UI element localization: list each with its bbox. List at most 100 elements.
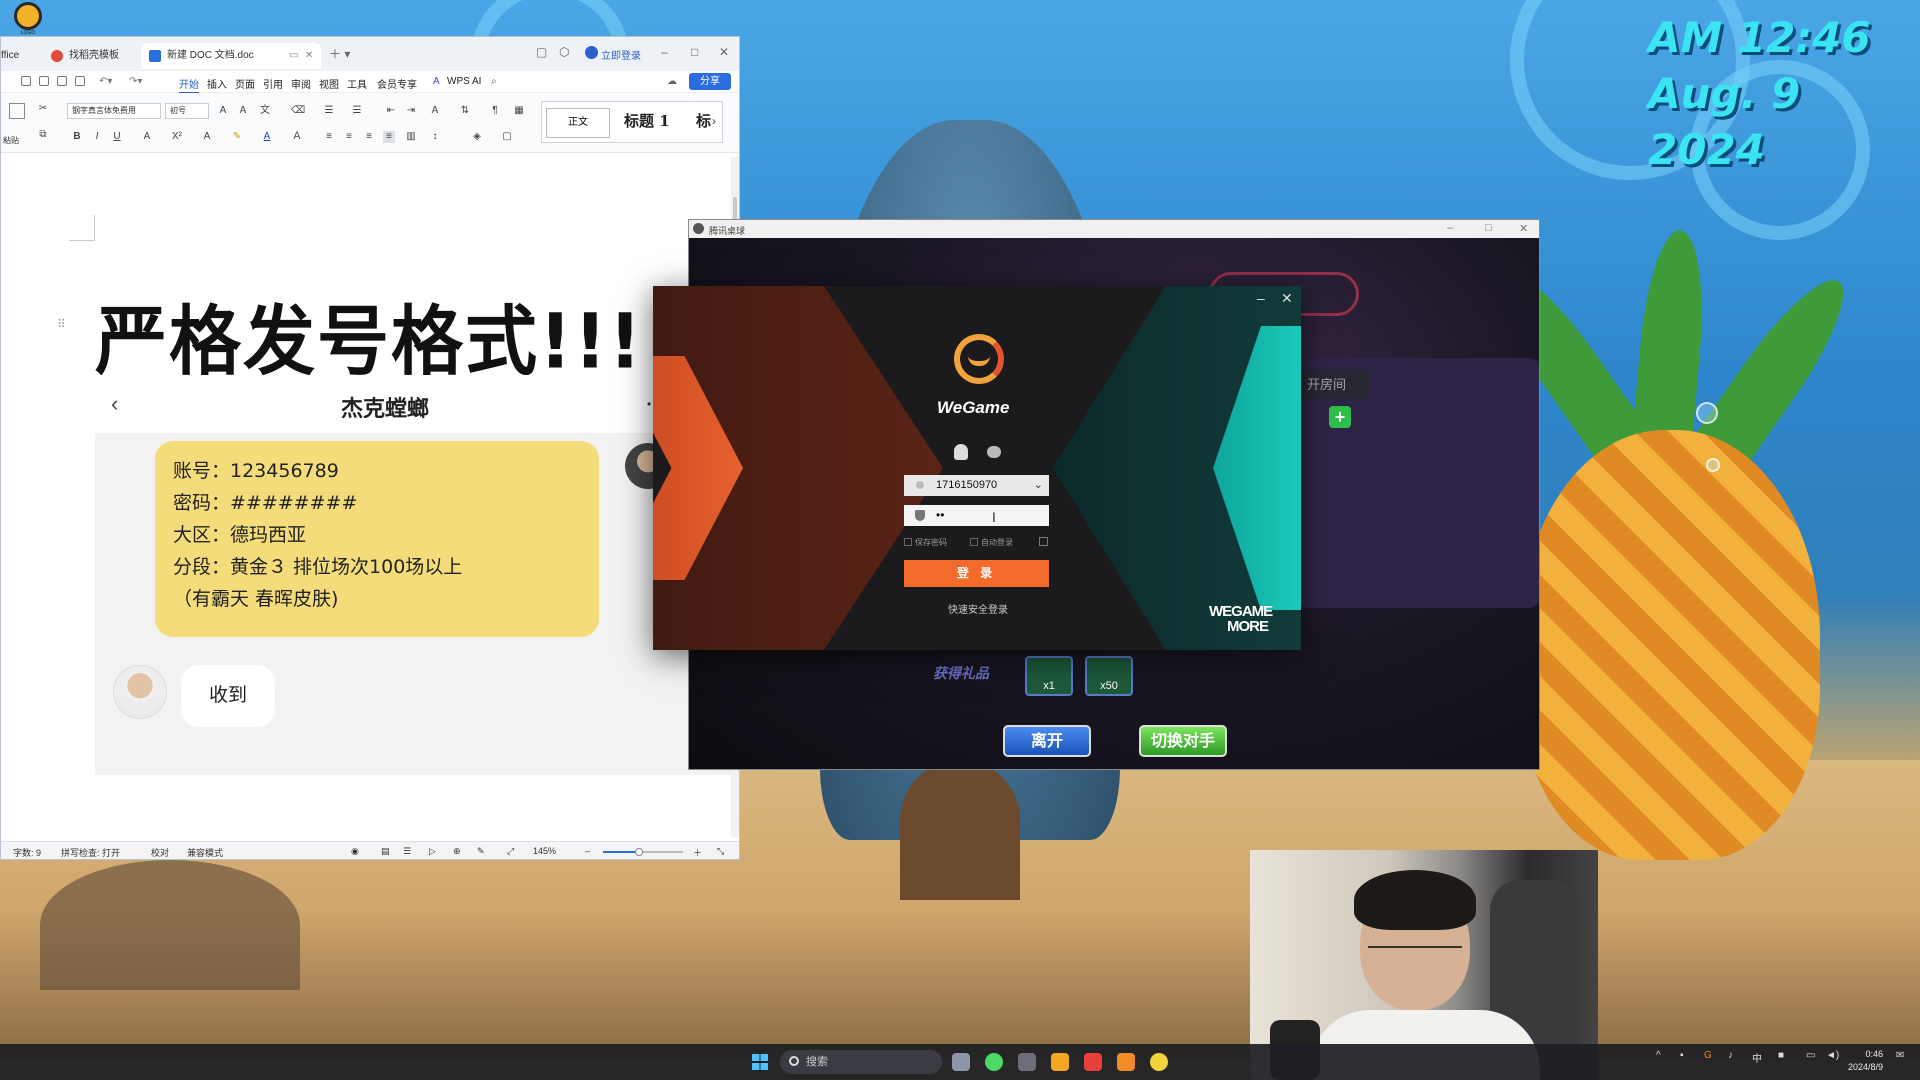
wechat-icon[interactable] (987, 446, 1001, 458)
show-marks-icon[interactable]: ¶ (489, 105, 501, 117)
cube-icon[interactable]: ⬡ (559, 45, 569, 59)
wps-icon[interactable] (1084, 1053, 1102, 1071)
menu-tools[interactable]: 工具 (347, 76, 367, 91)
zoom-in-icon[interactable]: ＋ (693, 846, 702, 859)
align-right-icon[interactable]: ≡ (363, 131, 375, 143)
char-border-icon[interactable]: Ａ (291, 131, 303, 143)
menu-reference[interactable]: 引用 (263, 76, 283, 91)
paste-button[interactable]: 粘贴 (3, 135, 19, 146)
password-input[interactable]: •• I (904, 505, 1049, 526)
switch-opponent-button[interactable]: 切换对手 (1139, 725, 1227, 757)
pen-icon[interactable]: ✎ (477, 846, 485, 857)
highlight-icon[interactable]: ✎ (231, 131, 243, 143)
page-view-icon[interactable]: ▤ (381, 846, 390, 857)
wegame-icon[interactable] (1117, 1053, 1135, 1071)
line-spacing-icon[interactable]: ↕ (429, 131, 441, 143)
numbered-list-icon[interactable]: ☰ (351, 105, 363, 117)
fit-page-icon[interactable]: ⤢ (507, 846, 514, 857)
spell-check-toggle[interactable]: 拼写检查: 打开 (61, 846, 120, 859)
eye-icon[interactable]: ◉ (351, 846, 359, 857)
increase-indent-icon[interactable]: ⇥ (405, 105, 417, 117)
leave-button[interactable]: 离开 (1003, 725, 1091, 757)
underline-icon[interactable]: U (111, 131, 123, 143)
zoom-slider-handle[interactable] (635, 848, 643, 856)
search-icon[interactable]: ⌕ (491, 76, 497, 87)
start-button[interactable] (752, 1054, 768, 1070)
style-normal[interactable]: 正文 (546, 108, 610, 138)
menu-start[interactable]: 开始 (179, 76, 199, 94)
font-family-select[interactable]: 钢字真言体免费用 (67, 103, 161, 119)
quick-login-link[interactable]: 快速安全登录 (948, 601, 1008, 616)
qrcode-icon[interactable] (1039, 537, 1048, 546)
paste-icon[interactable] (9, 103, 25, 119)
undo-icon[interactable]: ↶▾ (99, 76, 112, 87)
auto-login-checkbox[interactable]: 自动登录 (970, 537, 1013, 548)
app-icon-7[interactable] (1150, 1053, 1168, 1071)
eraser-icon[interactable]: ⌫ (291, 105, 305, 117)
tab-new-doc[interactable]: 新建 DOC 文档.doc ▭ ✕ (141, 43, 321, 69)
account-input[interactable]: 1716150970 ⌄ (904, 475, 1049, 496)
tab-popout-icon[interactable]: ▭ (289, 43, 298, 69)
zoom-level[interactable]: 145% (533, 846, 556, 856)
tab-docer-templates[interactable]: 找稻壳模板 (43, 43, 143, 69)
login-button[interactable]: 登 录 (904, 560, 1049, 587)
maximize-icon[interactable]: □ (1485, 222, 1492, 234)
app-icon-4[interactable] (1051, 1053, 1069, 1071)
word-count[interactable]: 字数: 9 (13, 846, 41, 859)
bullet-list-icon[interactable]: ☰ (323, 105, 335, 117)
align-center-icon[interactable]: ≡ (343, 131, 355, 143)
tray-wegame-icon[interactable]: G (1704, 1050, 1712, 1061)
redo-icon[interactable]: ↷▾ (129, 76, 142, 87)
drag-handle-icon[interactable]: ⠿ (57, 317, 66, 331)
print-icon[interactable] (57, 76, 67, 86)
remember-password-checkbox[interactable]: 保存密码 (904, 537, 947, 548)
tab-office[interactable]: ffice (0, 43, 19, 69)
styles-more-icon[interactable]: › (712, 114, 716, 128)
style-heading-1[interactable]: 标题 1 (624, 110, 670, 131)
sort-icon[interactable]: ⇅ (459, 105, 471, 117)
app-icon-3[interactable] (1018, 1053, 1036, 1071)
maximize-icon[interactable]: □ (691, 45, 698, 59)
print-preview-icon[interactable] (75, 76, 85, 86)
web-view-icon[interactable]: ⊕ (453, 846, 461, 857)
play-icon[interactable]: ▷ (429, 846, 436, 857)
fullscreen-icon[interactable]: ⤡ (717, 846, 724, 857)
superscript-icon[interactable]: X² (171, 131, 183, 143)
taskbar-clock[interactable]: 0:46 2024/8/9 (1848, 1048, 1883, 1074)
add-icon[interactable]: + (1329, 406, 1351, 428)
decrease-indent-icon[interactable]: ⇤ (385, 105, 397, 117)
style-heading-2[interactable]: 标 (696, 110, 711, 131)
minimize-icon[interactable]: – (1257, 290, 1265, 306)
menu-insert[interactable]: 插入 (207, 76, 227, 91)
volume-icon[interactable]: ◄) (1826, 1050, 1839, 1061)
minimize-icon[interactable]: – (1447, 222, 1453, 234)
close-icon[interactable]: ✕ (719, 45, 729, 59)
menu-member[interactable]: 会员专享 (377, 76, 417, 91)
window-layout-icon[interactable]: ▢ (536, 45, 547, 59)
font-shrink-icon[interactable]: A (237, 105, 249, 117)
tray-app-icon-2[interactable]: ■ (1778, 1050, 1784, 1061)
menu-view[interactable]: 视图 (319, 76, 339, 91)
tab-close-icon[interactable]: ✕ (305, 43, 313, 69)
font-size-select[interactable]: 初号 (165, 103, 209, 119)
tray-mic-icon[interactable]: ♪ (1728, 1050, 1733, 1061)
open-room-button[interactable]: 开房间 (1299, 370, 1369, 400)
notification-icon[interactable]: ✉ (1896, 1050, 1904, 1061)
chevron-down-icon[interactable]: ⌄ (1034, 475, 1043, 496)
user-avatar-icon[interactable] (585, 46, 598, 59)
login-link[interactable]: 立即登录 (601, 47, 641, 62)
shading-icon[interactable]: ◈ (471, 131, 483, 143)
phonetic-icon[interactable]: 文 (259, 105, 271, 117)
document-canvas[interactable]: ⠿ 严格发号格式!!! ‹ 杰克螳螂 • 账号：123456789 密码：###… (1, 167, 733, 835)
text-effect-icon[interactable]: A (201, 131, 213, 143)
italic-icon[interactable]: I (91, 131, 103, 143)
font-grow-icon[interactable]: A (217, 105, 229, 117)
table-icon[interactable]: ▦ (513, 105, 525, 117)
file-icon[interactable] (21, 76, 31, 86)
align-left-icon[interactable]: ≡ (323, 131, 335, 143)
app-icon-2[interactable] (985, 1053, 1003, 1071)
justify-icon[interactable]: ≡ (383, 131, 395, 143)
tray-app-icon[interactable]: ▪ (1680, 1050, 1684, 1061)
font-color-icon[interactable]: A (261, 131, 273, 143)
outline-view-icon[interactable]: ☰ (403, 846, 411, 857)
